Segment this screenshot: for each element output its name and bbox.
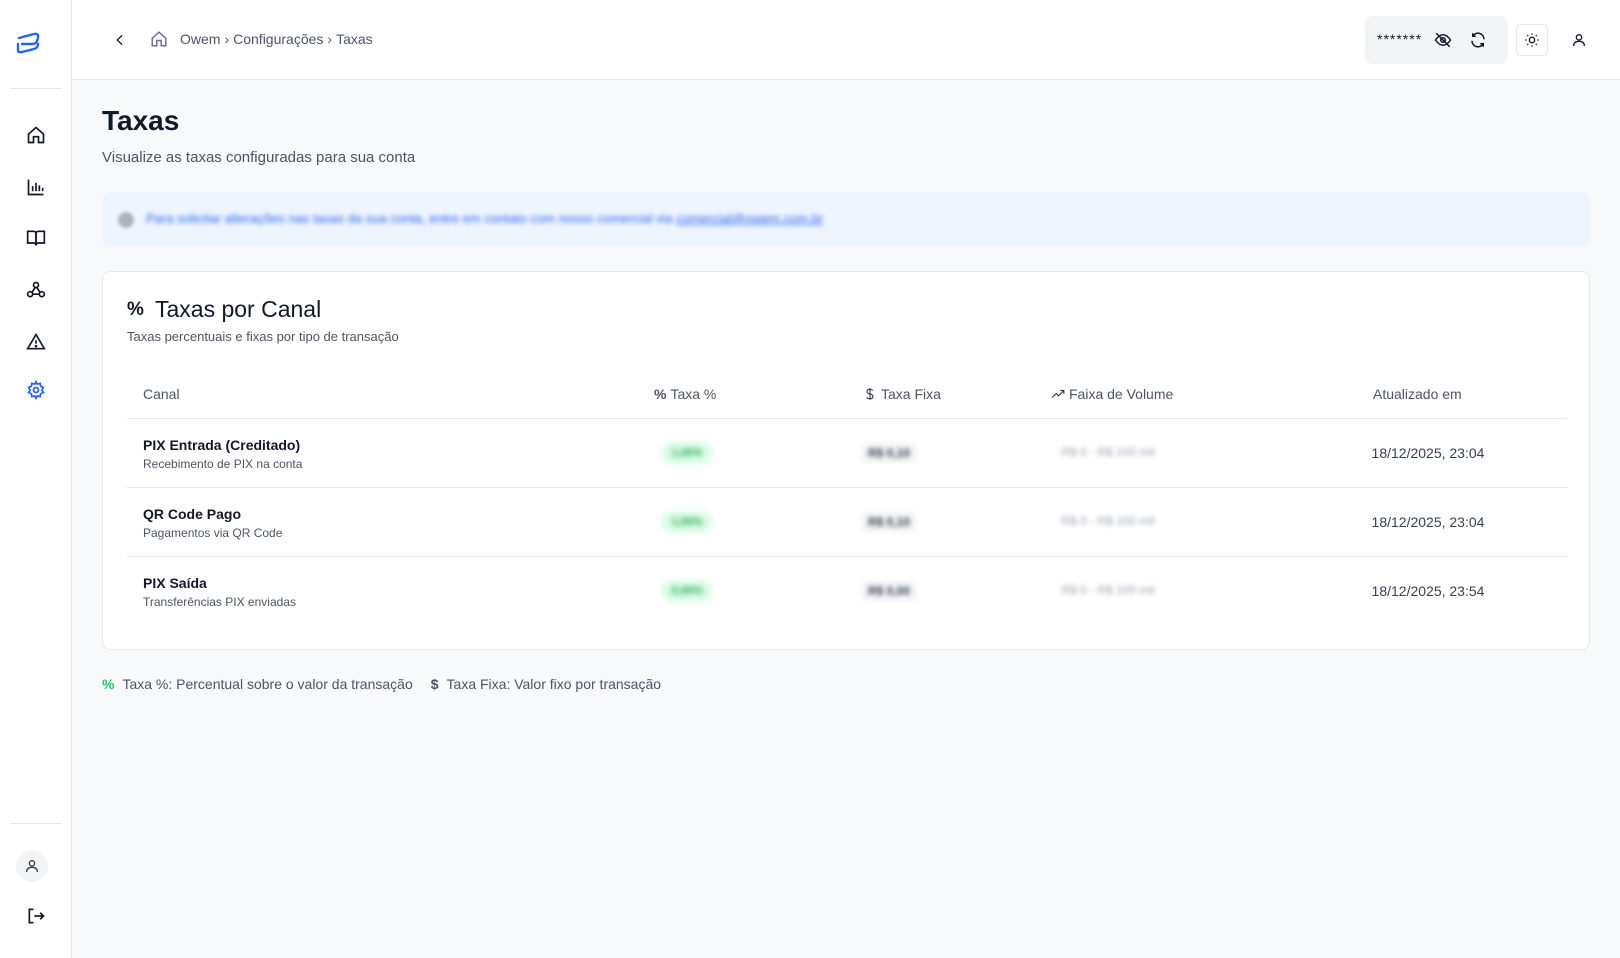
sidebar-divider — [10, 88, 62, 89]
percent-icon: % — [102, 676, 115, 692]
alert-icon — [26, 332, 46, 350]
column-header-faixa: Faixa de Volume — [1051, 386, 1173, 402]
user-menu-button[interactable] — [1567, 28, 1591, 52]
sidebar-item-webhooks[interactable] — [24, 278, 48, 302]
table-divider — [127, 487, 1567, 488]
user-icon — [1573, 34, 1585, 47]
page-subtitle: Visualize as taxas configuradas para sua… — [102, 149, 416, 166]
breadcrumb-separator: › — [327, 31, 333, 47]
row-channel-name: PIX Entrada (Creditado) — [143, 437, 301, 453]
row-volume-range: R$ 0 - R$ 100 mil — [1061, 514, 1155, 528]
back-icon — [116, 34, 123, 46]
row-channel-name: PIX Saída — [143, 575, 207, 591]
row-updated-at: 18/12/2025, 23:54 — [1371, 583, 1485, 599]
fees-legend: % Taxa %: Percentual sobre o valor da tr… — [102, 676, 661, 692]
logout-button[interactable] — [24, 904, 48, 928]
sidebar-item-alerts[interactable] — [24, 330, 48, 354]
sidebar-item-settings[interactable] — [24, 378, 48, 402]
breadcrumb-taxas: Taxas — [336, 31, 373, 47]
row-volume-range: R$ 0 - R$ 100 mil — [1061, 583, 1155, 597]
refresh-icon — [1471, 32, 1485, 48]
breadcrumb-home-icon[interactable] — [150, 30, 170, 50]
row-updated-at: 18/12/2025, 23:04 — [1371, 445, 1485, 461]
dollar-icon — [866, 388, 874, 400]
card-title: Taxas por Canal — [155, 296, 322, 322]
top-header: Owem › Configurações › Taxas ******* — [72, 0, 1620, 80]
refresh-balance-button[interactable] — [1466, 28, 1490, 52]
breadcrumb-configuracoes[interactable]: Configurações — [233, 31, 323, 47]
column-header-taxa-fixa: Taxa Fixa — [863, 386, 941, 402]
column-header-label: Faixa de Volume — [1069, 386, 1174, 402]
row-fixed-value: R$ 0,10 — [861, 512, 917, 532]
sidebar — [0, 0, 72, 958]
sidebar-item-reports[interactable] — [24, 175, 48, 199]
row-fixed-value: R$ 0,00 — [861, 581, 917, 601]
row-pct-badge: 1,00% — [661, 442, 713, 464]
logo-icon[interactable] — [14, 28, 44, 58]
sun-icon — [1525, 33, 1539, 47]
row-channel-name: QR Code Pago — [143, 506, 242, 522]
table-divider — [127, 418, 1567, 419]
info-notice-message: Para solicitar alterações nas taxas da s… — [146, 211, 673, 226]
legend-pct-text: Taxa %: Percentual sobre o valor da tran… — [122, 676, 413, 692]
column-header-label: Taxa % — [670, 386, 717, 402]
logout-icon — [28, 908, 45, 924]
sidebar-divider — [10, 823, 62, 824]
settings-icon — [27, 380, 45, 400]
legend-fixed-text: Taxa Fixa: Valor fixo por transação — [446, 676, 662, 692]
balance-value: ******* — [1377, 31, 1423, 47]
user-icon — [26, 860, 38, 873]
row-channel-desc: Pagamentos via QR Code — [143, 526, 283, 540]
column-header-atualizado: Atualizado em — [1373, 386, 1462, 402]
trending-up-icon — [1051, 389, 1065, 398]
back-button[interactable] — [108, 28, 132, 52]
row-volume-range: R$ 0 - R$ 100 mil — [1061, 445, 1155, 459]
breadcrumb-owem[interactable]: Owem — [180, 31, 220, 47]
sidebar-item-docs[interactable] — [24, 226, 48, 250]
row-channel-desc: Transferências PIX enviadas — [143, 595, 296, 609]
table-divider — [127, 556, 1567, 557]
card-subtitle: Taxas percentuais e fixas por tipo de tr… — [127, 329, 399, 344]
info-icon — [118, 212, 134, 228]
balance-widget: ******* — [1365, 16, 1508, 64]
breadcrumb: Owem › Configurações › Taxas — [180, 31, 373, 47]
column-header-label: Atualizado em — [1373, 386, 1462, 402]
row-pct-badge: 0,00% — [661, 580, 713, 602]
row-fixed-value: R$ 0,10 — [861, 443, 917, 463]
theme-toggle-button[interactable] — [1516, 24, 1548, 56]
eye-off-icon — [1434, 32, 1452, 48]
book-icon — [26, 230, 46, 246]
info-notice: Para solicitar alterações nas taxas da s… — [102, 192, 1590, 247]
breadcrumb-separator: › — [224, 31, 230, 47]
column-header-canal: Canal — [143, 386, 180, 402]
info-notice-text: Para solicitar alterações nas taxas da s… — [146, 211, 823, 226]
column-header-label: Taxa Fixa — [881, 386, 941, 402]
column-header-label: Canal — [143, 386, 180, 402]
home-icon — [27, 126, 45, 144]
percent-icon: % — [127, 299, 144, 320]
row-updated-at: 18/12/2025, 23:04 — [1371, 514, 1485, 530]
page-title: Taxas — [102, 105, 180, 136]
row-pct-badge: 1,00% — [661, 511, 713, 533]
percent-icon: % — [654, 386, 667, 402]
column-header-taxa-pct: % Taxa % — [654, 386, 716, 402]
avatar[interactable] — [16, 850, 48, 882]
dollar-icon: $ — [430, 676, 439, 692]
commercial-email-link[interactable]: comercial@owem.com.br — [676, 211, 823, 226]
chart-icon — [27, 179, 44, 196]
webhook-icon — [26, 281, 46, 298]
toggle-balance-visibility-button[interactable] — [1431, 28, 1455, 52]
row-channel-desc: Recebimento de PIX na conta — [143, 457, 303, 471]
fees-card: % Taxas por Canal Taxas percentuais e fi… — [102, 271, 1590, 650]
sidebar-item-home[interactable] — [24, 123, 48, 147]
